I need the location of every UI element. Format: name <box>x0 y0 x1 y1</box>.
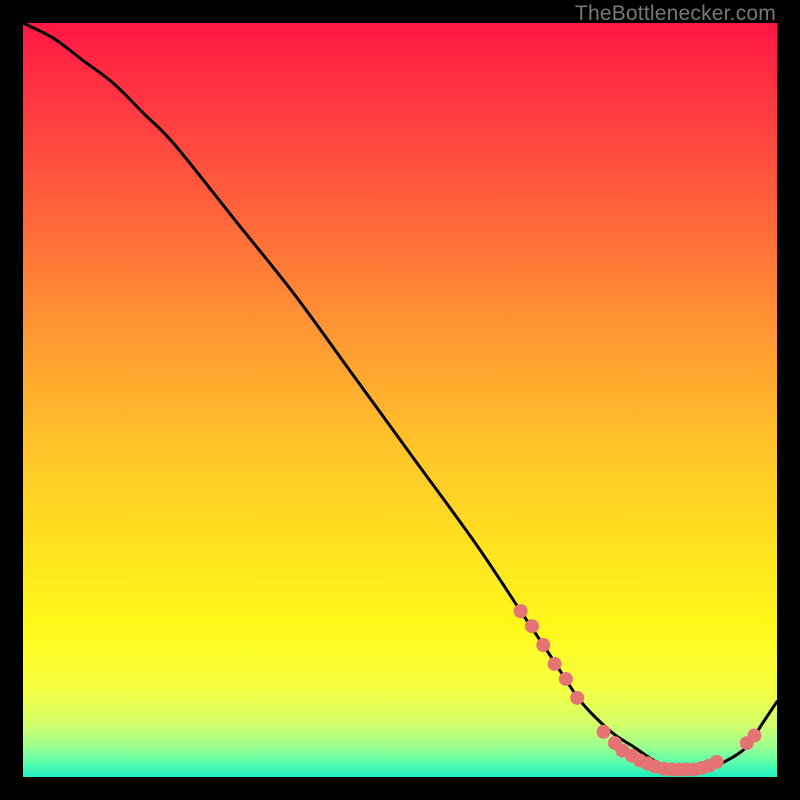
curve-marker <box>747 729 761 743</box>
bottleneck-curve <box>23 23 777 770</box>
curve-marker <box>525 619 539 633</box>
chart-frame: TheBottlenecker.com <box>0 0 800 800</box>
chart-svg <box>23 23 777 777</box>
watermark-text: TheBottlenecker.com <box>575 2 776 26</box>
curve-marker <box>548 657 562 671</box>
curve-marker <box>597 725 611 739</box>
plot-area <box>23 23 777 777</box>
curve-marker <box>514 604 528 618</box>
curve-marker <box>559 672 573 686</box>
curve-marker <box>570 691 584 705</box>
curve-marker <box>710 755 724 769</box>
curve-marker <box>536 638 550 652</box>
